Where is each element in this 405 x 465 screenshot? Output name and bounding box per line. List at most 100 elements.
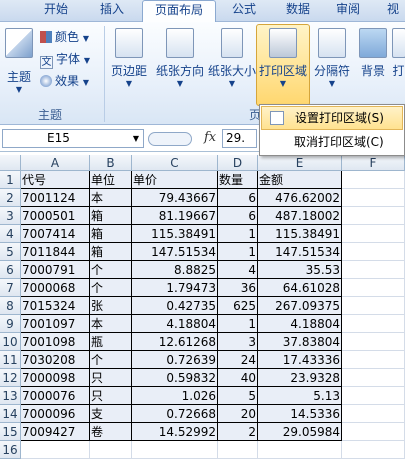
table-cell[interactable]: 金额: [258, 171, 342, 189]
table-cell[interactable]: 个: [90, 279, 132, 297]
table-cell[interactable]: 5: [218, 387, 258, 405]
table-cell[interactable]: [342, 207, 405, 225]
effects-button[interactable]: 效果 ▼: [40, 72, 89, 89]
table-cell[interactable]: 瓶: [90, 333, 132, 351]
table-cell[interactable]: 37.83804: [258, 333, 342, 351]
print-area-button[interactable]: 打印区域 ▼: [258, 28, 308, 88]
table-cell[interactable]: 36: [218, 279, 258, 297]
table-cell[interactable]: 箱: [90, 225, 132, 243]
select-all-corner[interactable]: [0, 155, 21, 171]
table-cell[interactable]: 20: [218, 405, 258, 423]
table-cell[interactable]: 1.79473: [132, 279, 218, 297]
tab-data[interactable]: 数据: [274, 0, 322, 20]
formula-input[interactable]: 29.: [222, 129, 257, 148]
row-header[interactable]: 1: [0, 171, 21, 189]
row-header[interactable]: 4: [0, 225, 21, 243]
table-cell[interactable]: 本: [90, 189, 132, 207]
table-cell[interactable]: 4: [218, 261, 258, 279]
table-cell[interactable]: 7000076: [21, 387, 90, 405]
table-cell[interactable]: 本: [90, 315, 132, 333]
formula-bar-splitter[interactable]: [148, 132, 192, 146]
table-cell[interactable]: 7001098: [21, 333, 90, 351]
table-cell[interactable]: 4.18804: [132, 315, 218, 333]
tab-formulas[interactable]: 公式: [220, 0, 268, 20]
table-cell[interactable]: [218, 441, 258, 459]
set-print-area-item[interactable]: 设置打印区域(S): [261, 106, 403, 130]
table-cell[interactable]: 476.62002: [258, 189, 342, 207]
table-cell[interactable]: 数量: [218, 171, 258, 189]
row-header[interactable]: 8: [0, 297, 21, 315]
table-cell[interactable]: 487.18002: [258, 207, 342, 225]
table-cell[interactable]: 0.42735: [132, 297, 218, 315]
table-cell[interactable]: 40: [218, 369, 258, 387]
table-cell[interactable]: 7000501: [21, 207, 90, 225]
breaks-button[interactable]: 分隔符 ▼: [310, 28, 354, 88]
table-cell[interactable]: 29.05984: [258, 423, 342, 441]
fonts-button[interactable]: 文字体 ▼: [40, 50, 90, 69]
tab-home[interactable]: 开始: [30, 0, 82, 20]
table-cell[interactable]: 64.61028: [258, 279, 342, 297]
tab-page-layout[interactable]: 页面布局: [142, 0, 216, 22]
name-box[interactable]: E15 ▼: [2, 129, 144, 148]
table-cell[interactable]: 625: [218, 297, 258, 315]
table-cell[interactable]: 0.72668: [132, 405, 218, 423]
row-header[interactable]: 11: [0, 351, 21, 369]
table-cell[interactable]: 6: [218, 207, 258, 225]
table-cell[interactable]: 张: [90, 297, 132, 315]
colors-button[interactable]: 颜色 ▼: [40, 28, 89, 45]
table-cell[interactable]: 代号: [21, 171, 90, 189]
table-cell[interactable]: [342, 369, 405, 387]
table-cell[interactable]: 147.51534: [132, 243, 218, 261]
table-cell[interactable]: 7001097: [21, 315, 90, 333]
table-cell[interactable]: [90, 441, 132, 459]
table-cell[interactable]: 7015324: [21, 297, 90, 315]
table-cell[interactable]: 0.59832: [132, 369, 218, 387]
row-header[interactable]: 5: [0, 243, 21, 261]
table-cell[interactable]: 单价: [132, 171, 218, 189]
table-cell[interactable]: 79.43667: [132, 189, 218, 207]
table-cell[interactable]: [342, 225, 405, 243]
table-cell[interactable]: 12.61268: [132, 333, 218, 351]
table-cell[interactable]: 14.52992: [132, 423, 218, 441]
table-cell[interactable]: 267.09375: [258, 297, 342, 315]
table-cell[interactable]: 只: [90, 387, 132, 405]
tab-review[interactable]: 审阅: [326, 0, 370, 20]
table-cell[interactable]: 35.53: [258, 261, 342, 279]
table-cell[interactable]: [342, 315, 405, 333]
table-cell[interactable]: 3: [218, 333, 258, 351]
margins-button[interactable]: 页边距 ▼: [109, 28, 149, 88]
table-cell[interactable]: 1: [218, 315, 258, 333]
table-cell[interactable]: [342, 405, 405, 423]
row-header[interactable]: 14: [0, 405, 21, 423]
row-header[interactable]: 7: [0, 279, 21, 297]
row-header[interactable]: 9: [0, 315, 21, 333]
column-header[interactable]: B: [90, 155, 132, 171]
row-header[interactable]: 15: [0, 423, 21, 441]
table-cell[interactable]: 2: [218, 423, 258, 441]
table-cell[interactable]: [342, 243, 405, 261]
column-header[interactable]: F: [342, 155, 405, 171]
table-cell[interactable]: 17.43336: [258, 351, 342, 369]
column-header[interactable]: E: [258, 155, 342, 171]
column-header[interactable]: C: [132, 155, 218, 171]
table-cell[interactable]: 14.5336: [258, 405, 342, 423]
row-header[interactable]: 3: [0, 207, 21, 225]
table-cell[interactable]: 7030208: [21, 351, 90, 369]
table-cell[interactable]: 箱: [90, 207, 132, 225]
table-cell[interactable]: 箱: [90, 243, 132, 261]
table-cell[interactable]: 5.13: [258, 387, 342, 405]
print-titles-button[interactable]: 打: [392, 28, 405, 79]
table-cell[interactable]: 8.8825: [132, 261, 218, 279]
table-cell[interactable]: 4.18804: [258, 315, 342, 333]
table-cell[interactable]: 1: [218, 225, 258, 243]
table-cell[interactable]: 只: [90, 369, 132, 387]
table-cell[interactable]: 147.51534: [258, 243, 342, 261]
row-header[interactable]: 13: [0, 387, 21, 405]
table-cell[interactable]: 7001124: [21, 189, 90, 207]
table-cell[interactable]: 单位: [90, 171, 132, 189]
themes-button[interactable]: 主题 ▼: [2, 28, 36, 94]
table-cell[interactable]: 支: [90, 405, 132, 423]
table-cell[interactable]: [342, 279, 405, 297]
table-cell[interactable]: [21, 441, 90, 459]
table-cell[interactable]: [342, 171, 405, 189]
